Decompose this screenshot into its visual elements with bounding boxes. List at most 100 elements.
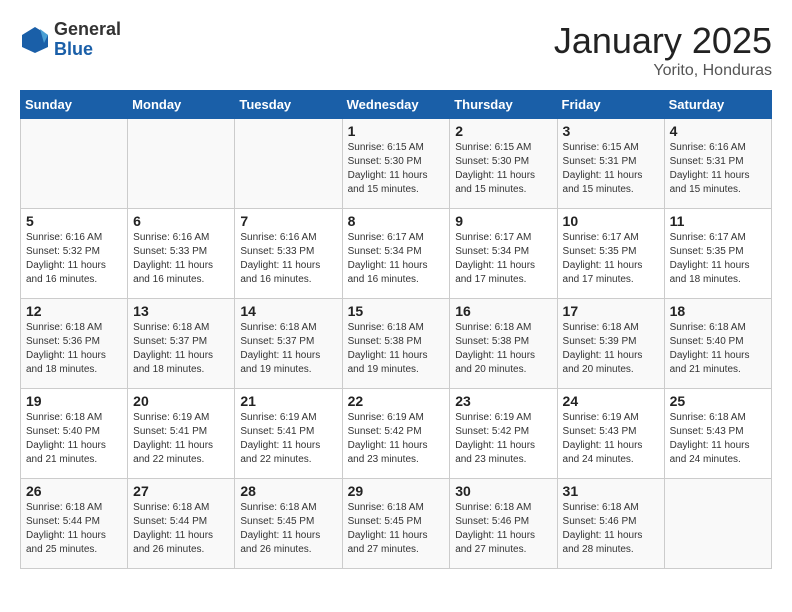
day-info: Sunrise: 6:16 AM Sunset: 5:32 PM Dayligh… <box>26 231 122 287</box>
header-tuesday: Tuesday <box>235 91 342 119</box>
day-info: Sunrise: 6:18 AM Sunset: 5:46 PM Dayligh… <box>563 501 659 557</box>
month-title: January 2025 <box>554 20 772 62</box>
day-number: 13 <box>133 303 229 319</box>
day-info: Sunrise: 6:19 AM Sunset: 5:43 PM Dayligh… <box>563 411 659 467</box>
day-cell: 14Sunrise: 6:18 AM Sunset: 5:37 PM Dayli… <box>235 299 342 389</box>
day-cell: 4 Sunrise: 6:16 AM Sunset: 5:31 PM Daylig… <box>664 119 771 209</box>
day-cell: 2Sunrise: 6:15 AM Sunset: 5:30 PM Daylig… <box>450 119 557 209</box>
day-info: Sunrise: 6:18 AM Sunset: 5:40 PM Dayligh… <box>670 321 766 377</box>
day-cell: 31 Sunrise: 6:18 AM Sunset: 5:46 PM Dayli… <box>557 479 664 569</box>
day-number: 30 <box>455 483 551 499</box>
day-number: 12 <box>26 303 122 319</box>
day-number: 3 <box>563 123 659 139</box>
week-row-0: 1 Sunrise: 6:15 AM Sunset: 5:30 PM Daylig… <box>21 119 772 209</box>
day-cell <box>21 119 128 209</box>
day-number: 1 <box>348 123 445 139</box>
week-row-4: 26 Sunrise: 6:18 AM Sunset: 5:44 PM Dayli… <box>21 479 772 569</box>
day-number: 29 <box>348 483 445 499</box>
header-wednesday: Wednesday <box>342 91 450 119</box>
day-cell: 19 Sunrise: 6:18 AM Sunset: 5:40 PM Dayli… <box>21 389 128 479</box>
week-row-2: 12 Sunrise: 6:18 AM Sunset: 5:36 PM Dayli… <box>21 299 772 389</box>
day-number: 22 <box>348 393 445 409</box>
day-cell: 22 Sunrise: 6:19 AM Sunset: 5:42 PM Dayli… <box>342 389 450 479</box>
day-number: 21 <box>240 393 336 409</box>
header-saturday: Saturday <box>664 91 771 119</box>
day-cell: 3Sunrise: 6:15 AM Sunset: 5:31 PM Daylig… <box>557 119 664 209</box>
day-cell: 17 Sunrise: 6:18 AM Sunset: 5:39 PM Dayli… <box>557 299 664 389</box>
day-info: Sunrise: 6:19 AM Sunset: 5:41 PM Dayligh… <box>133 411 229 467</box>
day-info: Sunrise: 6:15 AM Sunset: 5:30 PM Dayligh… <box>455 141 551 197</box>
day-number: 23 <box>455 393 551 409</box>
week-row-1: 5 Sunrise: 6:16 AM Sunset: 5:32 PM Daylig… <box>21 209 772 299</box>
day-info: Sunrise: 6:18 AM Sunset: 5:36 PM Dayligh… <box>26 321 122 377</box>
day-number: 28 <box>240 483 336 499</box>
day-number: 8 <box>348 213 445 229</box>
day-info: Sunrise: 6:17 AM Sunset: 5:35 PM Dayligh… <box>670 231 766 287</box>
day-number: 24 <box>563 393 659 409</box>
day-info: Sunrise: 6:18 AM Sunset: 5:45 PM Dayligh… <box>240 501 336 557</box>
day-info: Sunrise: 6:18 AM Sunset: 5:39 PM Dayligh… <box>563 321 659 377</box>
day-cell: 23 Sunrise: 6:19 AM Sunset: 5:42 PM Dayli… <box>450 389 557 479</box>
day-info: Sunrise: 6:18 AM Sunset: 5:44 PM Dayligh… <box>133 501 229 557</box>
logo-icon <box>20 25 50 55</box>
day-cell: 24 Sunrise: 6:19 AM Sunset: 5:43 PM Dayli… <box>557 389 664 479</box>
day-cell: 28 Sunrise: 6:18 AM Sunset: 5:45 PM Dayli… <box>235 479 342 569</box>
day-cell: 15 Sunrise: 6:18 AM Sunset: 5:38 PM Dayli… <box>342 299 450 389</box>
day-number: 4 <box>670 123 766 139</box>
day-info: Sunrise: 6:18 AM Sunset: 5:38 PM Dayligh… <box>455 321 551 377</box>
day-cell: 9Sunrise: 6:17 AM Sunset: 5:34 PM Daylig… <box>450 209 557 299</box>
day-cell: 21 Sunrise: 6:19 AM Sunset: 5:41 PM Dayli… <box>235 389 342 479</box>
day-number: 6 <box>133 213 229 229</box>
day-number: 26 <box>26 483 122 499</box>
day-number: 17 <box>563 303 659 319</box>
day-info: Sunrise: 6:18 AM Sunset: 5:45 PM Dayligh… <box>348 501 445 557</box>
day-info: Sunrise: 6:18 AM Sunset: 5:46 PM Dayligh… <box>455 501 551 557</box>
day-cell: 26Sunrise: 6:18 AM Sunset: 5:44 PM Dayli… <box>21 479 128 569</box>
day-cell: 12 Sunrise: 6:18 AM Sunset: 5:36 PM Dayli… <box>21 299 128 389</box>
day-number: 15 <box>348 303 445 319</box>
day-cell: 25Sunrise: 6:18 AM Sunset: 5:43 PM Dayli… <box>664 389 771 479</box>
day-info: Sunrise: 6:16 AM Sunset: 5:33 PM Dayligh… <box>133 231 229 287</box>
day-number: 16 <box>455 303 551 319</box>
day-cell: 6 Sunrise: 6:16 AM Sunset: 5:33 PM Daylig… <box>128 209 235 299</box>
day-number: 7 <box>240 213 336 229</box>
day-number: 31 <box>563 483 659 499</box>
day-info: Sunrise: 6:15 AM Sunset: 5:30 PM Dayligh… <box>348 141 445 197</box>
day-number: 20 <box>133 393 229 409</box>
calendar-header: SundayMondayTuesdayWednesdayThursdayFrid… <box>21 91 772 119</box>
day-cell: 13Sunrise: 6:18 AM Sunset: 5:37 PM Dayli… <box>128 299 235 389</box>
day-cell: 27 Sunrise: 6:18 AM Sunset: 5:44 PM Dayli… <box>128 479 235 569</box>
day-cell: 7Sunrise: 6:16 AM Sunset: 5:33 PM Daylig… <box>235 209 342 299</box>
week-row-3: 19 Sunrise: 6:18 AM Sunset: 5:40 PM Dayli… <box>21 389 772 479</box>
day-info: Sunrise: 6:16 AM Sunset: 5:31 PM Dayligh… <box>670 141 766 197</box>
day-cell <box>128 119 235 209</box>
day-info: Sunrise: 6:17 AM Sunset: 5:34 PM Dayligh… <box>455 231 551 287</box>
day-cell: 1 Sunrise: 6:15 AM Sunset: 5:30 PM Daylig… <box>342 119 450 209</box>
day-cell: 16 Sunrise: 6:18 AM Sunset: 5:38 PM Dayli… <box>450 299 557 389</box>
logo-text: General Blue <box>54 20 121 60</box>
day-info: Sunrise: 6:18 AM Sunset: 5:40 PM Dayligh… <box>26 411 122 467</box>
logo-general: General <box>54 20 121 40</box>
day-info: Sunrise: 6:17 AM Sunset: 5:34 PM Dayligh… <box>348 231 445 287</box>
header-monday: Monday <box>128 91 235 119</box>
day-cell: 29 Sunrise: 6:18 AM Sunset: 5:45 PM Dayli… <box>342 479 450 569</box>
day-info: Sunrise: 6:19 AM Sunset: 5:42 PM Dayligh… <box>455 411 551 467</box>
location: Yorito, Honduras <box>554 62 772 80</box>
header-row: SundayMondayTuesdayWednesdayThursdayFrid… <box>21 91 772 119</box>
day-cell <box>235 119 342 209</box>
day-info: Sunrise: 6:19 AM Sunset: 5:41 PM Dayligh… <box>240 411 336 467</box>
day-info: Sunrise: 6:19 AM Sunset: 5:42 PM Dayligh… <box>348 411 445 467</box>
day-number: 27 <box>133 483 229 499</box>
day-cell: 20 Sunrise: 6:19 AM Sunset: 5:41 PM Dayli… <box>128 389 235 479</box>
day-cell <box>664 479 771 569</box>
day-cell: 30 Sunrise: 6:18 AM Sunset: 5:46 PM Dayli… <box>450 479 557 569</box>
day-number: 5 <box>26 213 122 229</box>
day-info: Sunrise: 6:18 AM Sunset: 5:43 PM Dayligh… <box>670 411 766 467</box>
day-info: Sunrise: 6:18 AM Sunset: 5:38 PM Dayligh… <box>348 321 445 377</box>
day-cell: 11Sunrise: 6:17 AM Sunset: 5:35 PM Dayli… <box>664 209 771 299</box>
day-number: 18 <box>670 303 766 319</box>
logo-blue: Blue <box>54 40 121 60</box>
day-number: 19 <box>26 393 122 409</box>
day-cell: 8 Sunrise: 6:17 AM Sunset: 5:34 PM Daylig… <box>342 209 450 299</box>
logo: General Blue <box>20 20 121 60</box>
